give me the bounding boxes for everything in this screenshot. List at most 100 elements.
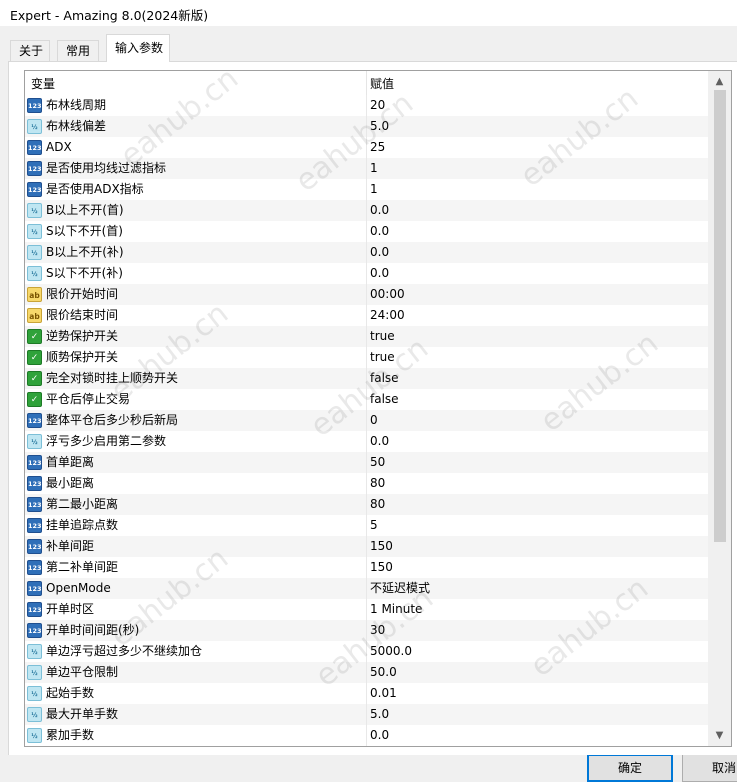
parameter-row[interactable]: ½ 起始手数 0.01 xyxy=(25,683,708,704)
variable-name: S以下不开(首) xyxy=(46,224,123,238)
parameter-row[interactable]: 123 开单时间间距(秒) 30 xyxy=(25,620,708,641)
value-cell[interactable]: 1 xyxy=(367,158,708,179)
parameter-row[interactable]: ✓ 逆势保护开关 true xyxy=(25,326,708,347)
value-cell[interactable]: true xyxy=(367,347,708,368)
variable-name: 最大开单手数 xyxy=(46,707,119,721)
double-type-icon: ½ xyxy=(27,119,42,134)
tab-strip: 关于 常用 输入参数 xyxy=(0,34,737,62)
parameter-row[interactable]: 123 整体平仓后多少秒后新局 0 xyxy=(25,410,708,431)
parameter-row[interactable]: 123 第二补单间距 150 xyxy=(25,557,708,578)
scroll-thumb[interactable] xyxy=(714,90,726,542)
tab-common[interactable]: 常用 xyxy=(57,40,99,61)
integer-type-icon: 123 xyxy=(27,539,42,554)
input-parameters-panel: 变量 赋值 123 布林线周期 20 ½ 布林线偏差 5.0 123 ADX 25 123 是否使用… xyxy=(8,61,737,755)
value-cell[interactable]: 0.01 xyxy=(367,683,708,704)
variable-cell: 123 OpenMode xyxy=(25,578,367,599)
tab-about[interactable]: 关于 xyxy=(10,40,50,61)
value-cell[interactable]: 50 xyxy=(367,452,708,473)
value-cell[interactable]: 不延迟模式 xyxy=(367,578,708,599)
tab-input-parameters[interactable]: 输入参数 xyxy=(106,34,170,62)
parameter-row[interactable]: ½ S以下不开(首) 0.0 xyxy=(25,221,708,242)
variable-cell: ab 限价结束时间 xyxy=(25,305,367,326)
variable-cell: 123 补单间距 xyxy=(25,536,367,557)
variable-cell: ½ B以上不开(补) xyxy=(25,242,367,263)
parameter-row[interactable]: ½ 浮亏多少启用第二参数 0.0 xyxy=(25,431,708,452)
double-type-icon: ½ xyxy=(27,245,42,260)
value-cell[interactable]: 0.0 xyxy=(367,242,708,263)
value-cell[interactable]: 1 Minute xyxy=(367,599,708,620)
parameter-row[interactable]: ½ 布林线偏差 5.0 xyxy=(25,116,708,137)
value-cell[interactable]: 0.0 xyxy=(367,200,708,221)
parameter-row[interactable]: 123 OpenMode 不延迟模式 xyxy=(25,578,708,599)
double-type-icon: ½ xyxy=(27,707,42,722)
column-header-value[interactable]: 赋值 xyxy=(367,71,708,95)
parameter-row[interactable]: ✓ 顺势保护开关 true xyxy=(25,347,708,368)
value-cell[interactable]: 5.0 xyxy=(367,704,708,725)
value-cell[interactable]: 50.0 xyxy=(367,662,708,683)
value-cell[interactable]: 1 xyxy=(367,179,708,200)
variable-cell: ½ 最大开单手数 xyxy=(25,704,367,725)
parameter-row[interactable]: ½ 单边浮亏超过多少不继续加仓 5000.0 xyxy=(25,641,708,662)
variable-cell: 123 是否使用均线过滤指标 xyxy=(25,158,367,179)
value-cell[interactable]: 0.0 xyxy=(367,725,708,746)
value-cell[interactable]: 150 xyxy=(367,557,708,578)
double-type-icon: ½ xyxy=(27,203,42,218)
variable-name: 第二补单间距 xyxy=(46,560,119,574)
parameter-row[interactable]: 123 布林线周期 20 xyxy=(25,95,708,116)
parameter-row[interactable]: 123 开单时区 1 Minute xyxy=(25,599,708,620)
scroll-down-icon[interactable]: ▼ xyxy=(708,727,731,744)
parameter-row[interactable]: ✓ 平仓后停止交易 false xyxy=(25,389,708,410)
value-cell[interactable]: 0.0 xyxy=(367,263,708,284)
variable-name: B以上不开(补) xyxy=(46,245,124,259)
parameter-row[interactable]: 123 ADX 25 xyxy=(25,137,708,158)
integer-type-icon: 123 xyxy=(27,518,42,533)
scroll-up-icon[interactable]: ▲ xyxy=(708,73,731,90)
parameter-row[interactable]: ab 限价结束时间 24:00 xyxy=(25,305,708,326)
value-cell[interactable]: 30 xyxy=(367,620,708,641)
parameter-row[interactable]: 123 第二最小距离 80 xyxy=(25,494,708,515)
parameter-row[interactable]: 123 是否使用ADX指标 1 xyxy=(25,179,708,200)
parameter-row[interactable]: 123 首单距离 50 xyxy=(25,452,708,473)
variable-cell: ab 限价开始时间 xyxy=(25,284,367,305)
value-cell[interactable]: 150 xyxy=(367,536,708,557)
parameter-row[interactable]: ½ S以下不开(补) 0.0 xyxy=(25,263,708,284)
ok-button[interactable]: 确定 xyxy=(587,754,673,782)
variable-cell: ½ 单边平仓限制 xyxy=(25,662,367,683)
parameter-row[interactable]: ½ 累加手数 0.0 xyxy=(25,725,708,746)
variable-name: 最小距离 xyxy=(46,476,95,490)
value-cell[interactable]: 5 xyxy=(367,515,708,536)
parameter-row[interactable]: ½ 最大开单手数 5.0 xyxy=(25,704,708,725)
variable-cell: 123 第二最小距离 xyxy=(25,494,367,515)
value-cell[interactable]: 00:00 xyxy=(367,284,708,305)
parameter-row[interactable]: ✓ 完全对锁时挂上顺势开关 false xyxy=(25,368,708,389)
variable-cell: ½ B以上不开(首) xyxy=(25,200,367,221)
parameter-row[interactable]: 123 补单间距 150 xyxy=(25,536,708,557)
value-cell[interactable]: 5.0 xyxy=(367,116,708,137)
value-cell[interactable]: false xyxy=(367,389,708,410)
value-cell[interactable]: 20 xyxy=(367,95,708,116)
value-cell[interactable]: true xyxy=(367,326,708,347)
parameter-row[interactable]: 123 最小距离 80 xyxy=(25,473,708,494)
parameter-row[interactable]: 123 挂单追踪点数 5 xyxy=(25,515,708,536)
value-cell[interactable]: 0 xyxy=(367,410,708,431)
parameter-row[interactable]: ab 限价开始时间 00:00 xyxy=(25,284,708,305)
column-header-variable[interactable]: 变量 xyxy=(25,71,367,95)
variable-cell: ½ 浮亏多少启用第二参数 xyxy=(25,431,367,452)
variable-name: 浮亏多少启用第二参数 xyxy=(46,434,167,448)
variable-name: OpenMode xyxy=(46,581,111,595)
parameter-row[interactable]: ½ B以上不开(首) 0.0 xyxy=(25,200,708,221)
parameter-row[interactable]: ½ 单边平仓限制 50.0 xyxy=(25,662,708,683)
parameter-row[interactable]: 123 是否使用均线过滤指标 1 xyxy=(25,158,708,179)
value-cell[interactable]: 80 xyxy=(367,494,708,515)
value-cell[interactable]: 80 xyxy=(367,473,708,494)
value-cell[interactable]: false xyxy=(367,368,708,389)
value-cell[interactable]: 25 xyxy=(367,137,708,158)
value-cell[interactable]: 0.0 xyxy=(367,221,708,242)
value-cell[interactable]: 24:00 xyxy=(367,305,708,326)
value-cell[interactable]: 0.0 xyxy=(367,431,708,452)
cancel-button[interactable]: 取消 xyxy=(682,754,737,782)
double-type-icon: ½ xyxy=(27,665,42,680)
parameter-row[interactable]: ½ B以上不开(补) 0.0 xyxy=(25,242,708,263)
value-cell[interactable]: 5000.0 xyxy=(367,641,708,662)
vertical-scrollbar[interactable]: ▲ ▼ xyxy=(708,71,731,746)
